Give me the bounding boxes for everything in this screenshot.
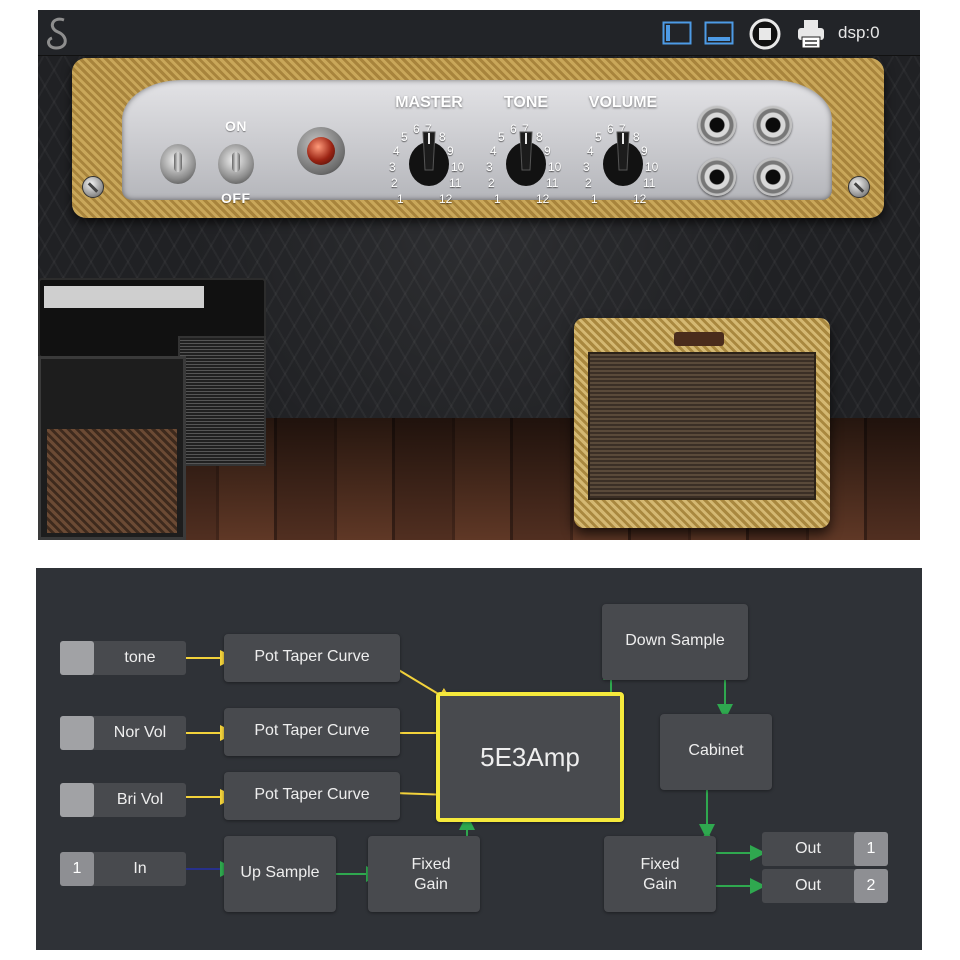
output-number: 2 (854, 869, 888, 903)
knob-scale-number: 11 (643, 176, 656, 190)
output-label: Out (795, 840, 821, 857)
knob-scale-number: 3 (583, 160, 590, 174)
pot-taper-curve-node-2[interactable]: Pot Taper Curve (224, 708, 400, 756)
knob-scale-number: 1 (494, 192, 501, 206)
knob-scale-number: 1 (591, 192, 598, 206)
background-amp-cabinet (38, 356, 186, 540)
input-jack[interactable] (754, 158, 792, 196)
volume-knob[interactable]: VOLUME 1 2 3 4 5 6 7 8 9 10 11 12 (575, 94, 671, 206)
node-title: Gain (643, 876, 677, 893)
audio-in-node[interactable]: 1 In (60, 852, 186, 886)
5e3amp-node[interactable]: 5E3Amp (436, 692, 624, 822)
input-swatch[interactable] (60, 641, 94, 675)
up-sample-node[interactable]: Up Sample (224, 836, 336, 912)
off-label: OFF (221, 190, 251, 206)
knob-scale-number: 12 (536, 192, 550, 206)
switch-toggle-1[interactable] (160, 144, 196, 184)
layout-bottom-icon[interactable] (704, 21, 734, 45)
knob-scale-number: 4 (393, 144, 400, 158)
knob-scale-number: 11 (546, 176, 559, 190)
node-title: 5E3Amp (480, 742, 580, 772)
screw-icon (82, 176, 104, 198)
nor-vol-input-node[interactable]: Nor Vol (60, 716, 186, 750)
knob-scale-number: 5 (401, 130, 408, 144)
input-jack[interactable] (698, 106, 736, 144)
power-toggle[interactable] (218, 144, 254, 184)
master-knob[interactable]: MASTER 1 2 3 4 5 6 7 8 9 10 11 12 (381, 94, 477, 206)
output-label: Out (795, 877, 821, 894)
node-title: Gain (414, 876, 448, 893)
knob-scale-number: 12 (439, 192, 453, 206)
printer-icon[interactable] (796, 18, 826, 50)
knob-label: TONE (503, 94, 549, 111)
node-graph: tone Nor Vol Bri Vol 1 In Pot Taper Curv… (36, 568, 922, 950)
knob-scale-number: 11 (449, 176, 462, 190)
knob-scale-number: 5 (595, 130, 602, 144)
node-title: Fixed (640, 856, 680, 873)
input-jack[interactable] (698, 158, 736, 196)
input-jack[interactable] (754, 106, 792, 144)
output-node-1[interactable]: Out 1 (762, 832, 888, 866)
node-title: Up Sample (240, 864, 320, 881)
stop-icon[interactable] (748, 18, 782, 50)
input-label: In (133, 860, 147, 877)
input-number: 1 (60, 852, 94, 886)
knob-label: VOLUME (588, 94, 658, 111)
chicken-head-knob-icon[interactable] (505, 130, 547, 188)
knob-scale-number: 10 (645, 160, 659, 174)
cabinet-node[interactable]: Cabinet (660, 714, 772, 790)
screw-icon (848, 176, 870, 198)
pot-taper-curve-node-3[interactable]: Pot Taper Curve (224, 772, 400, 820)
input-swatch[interactable] (60, 716, 94, 750)
knob-scale-number: 4 (490, 144, 497, 158)
layout-sidebar-icon[interactable] (662, 21, 692, 45)
app-logo-icon (47, 17, 67, 50)
node-title: Pot Taper Curve (254, 722, 370, 739)
knob-scale-number: 12 (633, 192, 647, 206)
tone-input-node[interactable]: tone (60, 641, 186, 675)
fixed-gain-node-2[interactable]: Fixed Gain (604, 836, 716, 912)
tweed-amp-image (574, 318, 830, 528)
input-swatch[interactable] (60, 783, 94, 817)
chicken-head-knob-icon[interactable] (408, 130, 450, 188)
bri-vol-input-node[interactable]: Bri Vol (60, 783, 186, 817)
output-node-2[interactable]: Out 2 (762, 869, 888, 903)
node-title: Pot Taper Curve (254, 648, 370, 665)
tone-knob[interactable]: TONE 1 2 3 4 5 6 7 8 9 10 11 12 (478, 94, 574, 206)
knob-scale-number: 3 (486, 160, 493, 174)
input-label: Nor Vol (113, 724, 167, 741)
node-title: Pot Taper Curve (254, 786, 370, 803)
on-label: ON (225, 118, 247, 134)
node-title: Fixed (411, 856, 451, 873)
chicken-head-knob-icon[interactable] (602, 130, 644, 188)
knob-scale-number: 5 (498, 130, 505, 144)
node-title: Cabinet (688, 742, 744, 759)
pilot-light (297, 127, 345, 175)
knob-scale-number: 3 (389, 160, 396, 174)
knob-scale-number: 2 (391, 176, 398, 190)
down-sample-node[interactable]: Down Sample (602, 604, 748, 680)
knob-scale-number: 1 (397, 192, 404, 206)
knob-scale-number: 2 (585, 176, 592, 190)
dsp-load-readout: dsp:0 (838, 23, 880, 42)
input-label: Bri Vol (116, 791, 164, 808)
background-amp-grille (178, 336, 266, 466)
input-label: tone (124, 649, 156, 666)
toolbar: dsp:0 (38, 10, 920, 56)
knob-scale-number: 4 (587, 144, 594, 158)
output-number: 1 (854, 832, 888, 866)
amp-plugin-window: dsp:0 ON OFF MASTER 1 2 3 4 5 6 7 8 9 10 11 12 TONE… (38, 10, 920, 540)
node-title: Down Sample (625, 632, 725, 649)
knob-label: MASTER (395, 94, 463, 111)
amp-stage: ON OFF MASTER 1 2 3 4 5 6 7 8 9 10 11 12 TONE 12345… (38, 56, 920, 540)
pot-taper-curve-node-1[interactable]: Pot Taper Curve (224, 634, 400, 682)
fixed-gain-node-1[interactable]: Fixed Gain (368, 836, 480, 912)
knob-scale-number: 10 (548, 160, 562, 174)
knob-scale-number: 10 (451, 160, 465, 174)
knob-scale-number: 2 (488, 176, 495, 190)
